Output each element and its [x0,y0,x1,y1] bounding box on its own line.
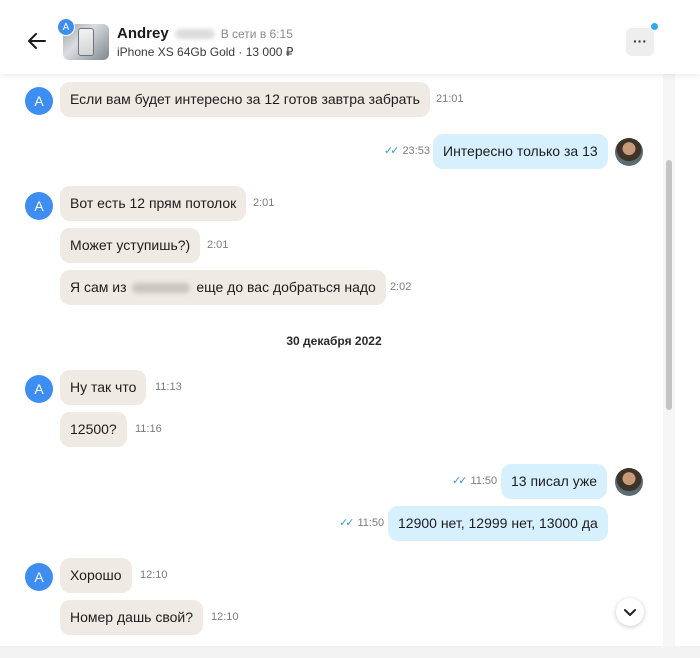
seller-avatar-badge: А [57,18,75,36]
message-time: ✓✓ 11:50 [339,517,385,529]
back-arrow-icon[interactable] [26,30,48,52]
more-options-button[interactable]: ··· [626,28,654,56]
hidden-surname [174,29,215,40]
online-status: В сети в 6:15 [220,27,293,41]
outgoing-message[interactable]: Интересно только за 13 [433,134,608,169]
notification-dot [650,22,659,31]
listing-title[interactable]: iPhone XS 64Gb Gold · 13 000 ₽ [117,45,293,59]
message-time: 12:10 [140,569,168,581]
hidden-city [132,283,191,294]
message-time: 2:01 [207,239,229,251]
read-checkmark-icon: ✓✓ [384,145,400,157]
sender-avatar[interactable]: A [25,192,53,220]
message-time: 11:16 [135,423,162,435]
scroll-to-bottom-button[interactable] [616,598,644,626]
my-avatar[interactable] [615,138,643,166]
message-list[interactable]: A Если вам будет интересно за 12 готов з… [0,74,662,646]
chat-header: А Andrey В сети в 6:15 iPhone XS 64Gb Gol… [0,0,700,74]
incoming-message[interactable]: 12500? [60,412,127,447]
incoming-message[interactable]: Хорошо [60,558,132,593]
my-avatar[interactable] [615,468,643,496]
date-separator: 30 декабря 2022 [286,334,382,348]
message-time: 11:13 [155,381,182,393]
message-time: 21:01 [436,93,464,105]
message-time: 12:10 [211,611,239,623]
incoming-message[interactable]: Может уступишь?) [60,228,201,263]
message-time: ✓✓ 23:53 [384,145,430,157]
sender-avatar[interactable]: A [25,87,53,115]
incoming-message[interactable]: Я сам из еще до вас добраться надо [60,270,386,305]
outgoing-message[interactable]: 12900 нет, 12999 нет, 13000 да [388,506,608,541]
sender-avatar[interactable]: A [25,375,53,403]
composer-edge [0,646,700,658]
message-time: 2:01 [253,197,275,209]
contact-info: Andrey В сети в 6:15 [117,25,293,42]
incoming-message[interactable]: Номер дашь свой? [60,600,204,635]
incoming-message[interactable]: Вот есть 12 прям потолок [60,186,247,221]
read-checkmark-icon: ✓✓ [339,517,355,529]
outgoing-message[interactable]: 13 писал уже [501,464,608,499]
chevron-down-icon [624,609,636,616]
incoming-message[interactable]: Если вам будет интересно за 12 готов зав… [60,82,430,117]
sender-avatar[interactable]: A [25,563,53,591]
message-time: 2:02 [390,281,412,293]
read-checkmark-icon: ✓✓ [452,475,468,487]
scrollbar-thumb[interactable] [666,160,672,410]
contact-name[interactable]: Andrey [117,25,169,42]
listing-thumbnail[interactable]: А [57,18,109,60]
message-time: ✓✓ 11:50 [452,475,498,487]
incoming-message[interactable]: Ну так что [60,370,147,405]
